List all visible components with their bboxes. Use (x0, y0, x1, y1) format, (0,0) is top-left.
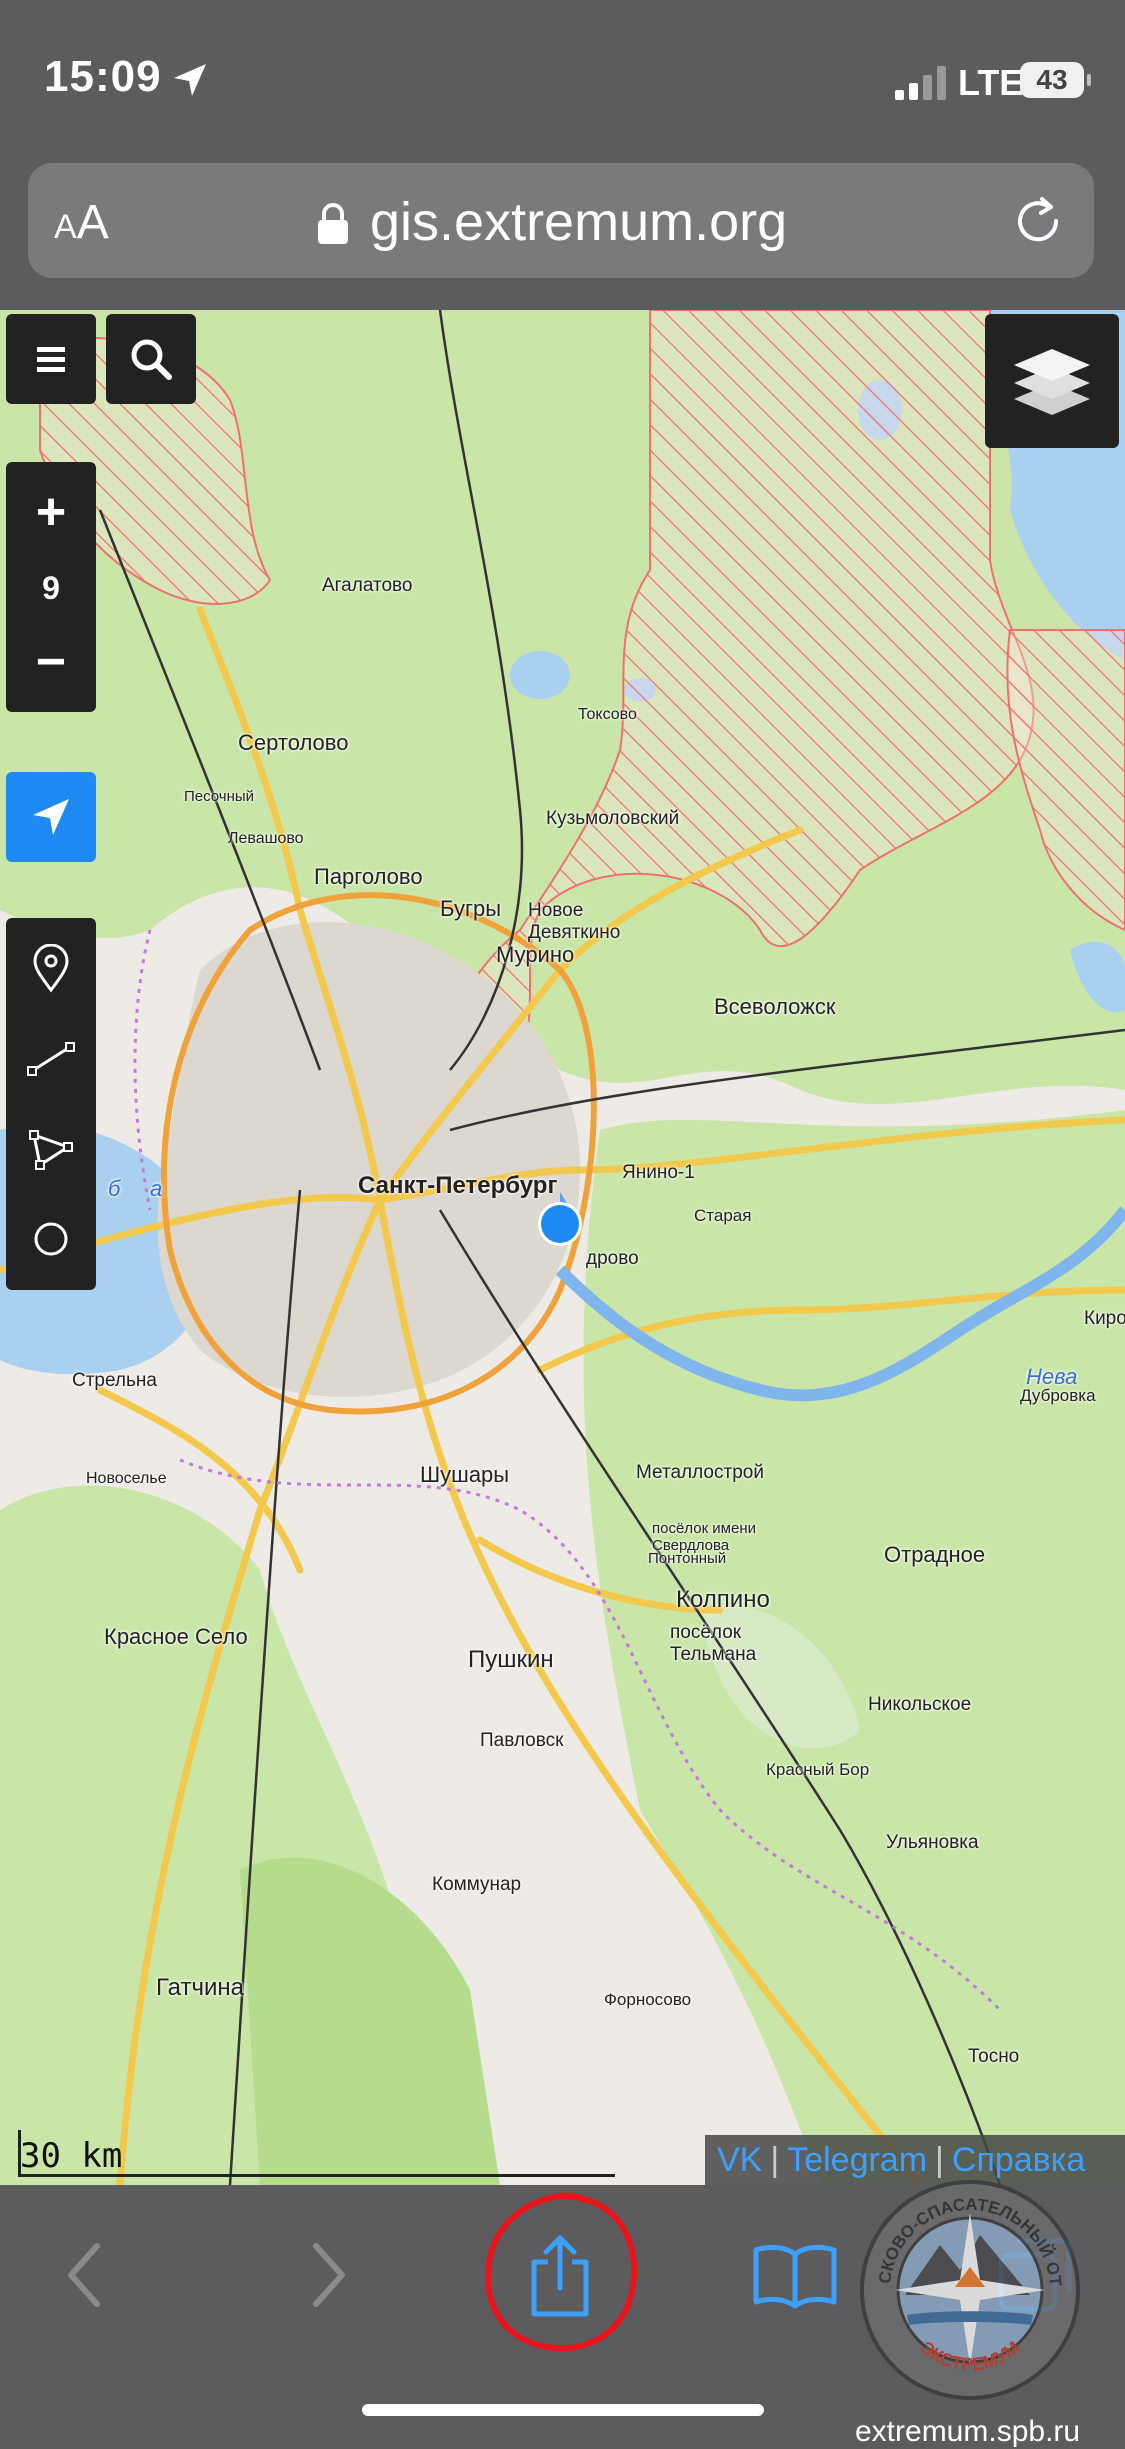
map-label: Новое Девяткино (528, 900, 621, 943)
menu-icon (37, 347, 65, 372)
map-view[interactable]: Агалатово Сертолово Песочный Левашово Па… (0, 310, 1125, 2185)
map-label: Сертолово (238, 730, 349, 755)
map-label: Левашово (228, 830, 304, 847)
locate-me-button[interactable] (6, 772, 96, 862)
draw-polygon-tool[interactable] (6, 1104, 96, 1194)
zoom-out-button[interactable]: − (6, 624, 96, 700)
help-link[interactable]: Справка (952, 2141, 1085, 2180)
scale-label: 30 km (20, 2136, 123, 2176)
map-label: Шушары (420, 1462, 510, 1487)
navigation-arrow-icon (33, 799, 69, 835)
map-label: Мурино (496, 942, 575, 967)
map-label: Гатчина (156, 1974, 244, 2001)
chevron-left-icon (68, 2243, 100, 2307)
reload-icon[interactable] (1008, 191, 1068, 251)
map-label: Токсово (578, 706, 637, 723)
bookmarks-button[interactable] (745, 2225, 845, 2325)
map-label: Парголово (314, 864, 423, 889)
battery-icon: 43 (1020, 62, 1091, 98)
map-label: Дубровка (1020, 1386, 1096, 1405)
map-label: Стрельна (72, 1370, 157, 1391)
lock-icon (318, 203, 348, 244)
map-label: Красный Бор (766, 1760, 870, 1779)
map-label: дрово (586, 1248, 639, 1269)
url-text[interactable]: gis.extremum.org (370, 191, 787, 253)
map-label: Агалатово (322, 575, 413, 596)
zoom-in-button[interactable]: + (6, 474, 96, 550)
map-label: Киро (1084, 1308, 1125, 1329)
back-button[interactable] (35, 2225, 135, 2325)
book-icon (753, 2244, 837, 2309)
polyline-icon (27, 1042, 75, 1076)
map-label: а (150, 1176, 163, 1201)
layers-button[interactable] (985, 314, 1119, 448)
chevron-right-icon (313, 2243, 345, 2307)
current-location-marker[interactable] (530, 1190, 590, 1250)
menu-button[interactable] (6, 314, 96, 404)
zoom-control: + 9 − (6, 462, 96, 712)
map-label: Старая (694, 1206, 752, 1225)
search-icon (131, 339, 172, 380)
map-label: Кузьмоловский (546, 808, 680, 829)
location-arrow-icon (174, 64, 206, 96)
polygon-icon (29, 1130, 73, 1170)
map-label: Колпино (676, 1586, 770, 1613)
map-label: Всеволожск (714, 994, 836, 1019)
map-label: Павловск (480, 1730, 564, 1751)
forward-button[interactable] (278, 2225, 378, 2325)
telegram-link[interactable]: Telegram (787, 2141, 927, 2180)
map-label: Красное Село (104, 1624, 248, 1649)
search-button[interactable] (106, 314, 196, 404)
address-bar[interactable]: AA gis.extremum.org (28, 163, 1094, 278)
text-size-button[interactable]: AA (54, 195, 109, 250)
circle-icon (34, 1222, 68, 1256)
map-label: Форносово (604, 1990, 692, 2009)
watermark-site: extremum.spb.ru (855, 2415, 1081, 2448)
annotation-circle (484, 2192, 638, 2352)
map-label: Понтонный (648, 1550, 727, 1567)
link-separator: | (935, 2140, 944, 2179)
map-pin-icon (33, 944, 69, 993)
map-label: Бугры (440, 896, 502, 921)
layers-icon (1014, 349, 1090, 415)
extremum-logo-watermark: ПОИСКОВО-СПАСАТЕЛЬНЫЙ ОТРЯД ЭКСТРЕМУМ (855, 2175, 1080, 2400)
vk-link[interactable]: VK (717, 2141, 762, 2180)
map-label: Металлострой (636, 1462, 764, 1483)
draw-line-tool[interactable] (6, 1014, 96, 1104)
map-label: Пушкин (468, 1646, 554, 1673)
map-label: Никольское (868, 1694, 972, 1715)
map-label: Санкт-Петербург (358, 1172, 558, 1199)
map-label: Ульяновка (886, 1832, 979, 1853)
map-label: посёлок имени Свердлова (652, 1520, 756, 1554)
zoom-level: 9 (42, 570, 60, 606)
map-label: Коммунар (432, 1874, 522, 1895)
draw-circle-tool[interactable] (6, 1194, 96, 1284)
map-label: Янино-1 (622, 1162, 695, 1183)
map-label: Отрадное (884, 1542, 986, 1567)
map-label: Тосно (968, 2046, 1020, 2067)
map-label: б (108, 1176, 121, 1201)
status-bar: 15:09 LTE 43 (0, 0, 1125, 160)
map-label: Новоселье (86, 1470, 167, 1487)
home-indicator[interactable] (362, 2404, 764, 2416)
place-marker-tool[interactable] (6, 924, 96, 1014)
map-label: посёлок Тельмана (670, 1622, 757, 1665)
draw-tools (6, 918, 96, 1290)
link-separator: | (770, 2140, 780, 2179)
network-type: LTE (958, 62, 1024, 103)
status-time: 15:09 (44, 52, 162, 101)
signal-bars-icon (895, 66, 946, 100)
map-label: Песочный (184, 788, 255, 805)
